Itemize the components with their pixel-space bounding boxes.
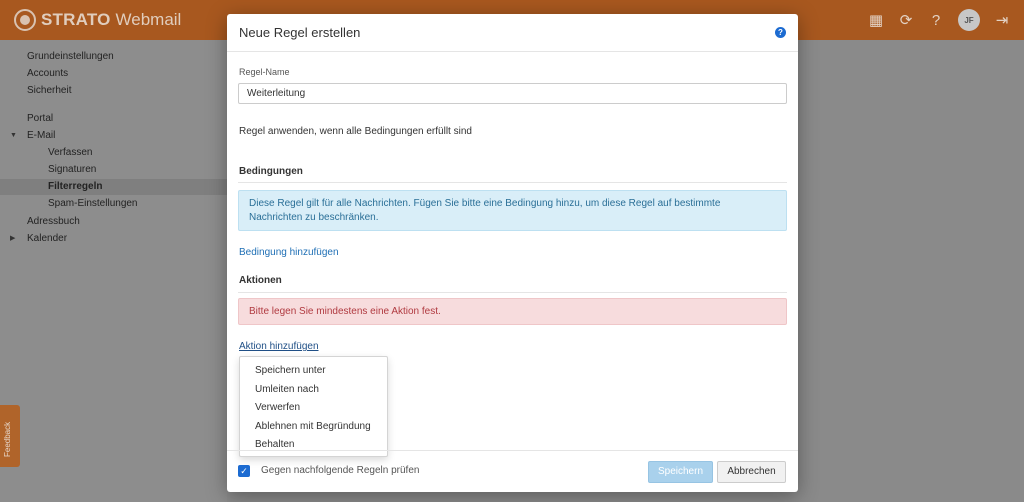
brand-webmail-text: Webmail	[115, 10, 182, 29]
sidebar-item-signaturen[interactable]: Signaturen	[48, 163, 96, 177]
dialog-title: Neue Regel erstellen	[239, 25, 361, 40]
dialog-footer: ✓ Gegen nachfolgende Regeln prüfen Speic…	[227, 450, 798, 492]
help-icon[interactable]: ?	[928, 13, 944, 28]
add-condition-link[interactable]: Bedingung hinzufügen	[239, 247, 339, 258]
apply-description: Regel anwenden, wenn alle Bedingungen er…	[239, 126, 472, 137]
check-following-rules-checkbox[interactable]: ✓	[238, 465, 250, 477]
actions-title: Aktionen	[239, 275, 282, 286]
rule-name-label: Regel-Name	[239, 67, 290, 77]
dialog-header: Neue Regel erstellen ?	[227, 14, 798, 52]
sidebar-item-portal[interactable]: Portal	[27, 112, 53, 126]
check-following-rules-label[interactable]: Gegen nachfolgende Regeln prüfen	[261, 465, 419, 476]
rule-name-input[interactable]	[238, 83, 787, 104]
caret-down-icon[interactable]: ▼	[10, 129, 17, 143]
brand-logo[interactable]: STRATO Webmail	[14, 8, 181, 32]
sidebar-item-filterregeln[interactable]: Filterregeln	[0, 179, 227, 195]
sidebar-item-email[interactable]: ▼ E-Mail	[10, 129, 56, 143]
menu-item-ablehnen[interactable]: Ablehnen mit Begründung	[240, 418, 387, 437]
user-avatar[interactable]: JF	[958, 9, 980, 31]
feedback-tab[interactable]: Feedback	[0, 405, 20, 467]
help-icon[interactable]: ?	[775, 27, 786, 38]
conditions-info-box: Diese Regel gilt für alle Nachrichten. F…	[238, 190, 787, 231]
save-button[interactable]: Speichern	[648, 461, 713, 483]
sidebar-item-accounts[interactable]: Accounts	[27, 67, 68, 81]
menu-item-speichern-unter[interactable]: Speichern unter	[240, 362, 387, 381]
add-action-link[interactable]: Aktion hinzufügen	[239, 341, 319, 352]
caret-right-icon[interactable]: ▶	[10, 232, 15, 246]
feedback-label: Feedback	[3, 421, 12, 457]
settings-sidebar: Grundeinstellungen Accounts Sicherheit P…	[0, 40, 227, 502]
action-dropdown-menu: Speichern unter Umleiten nach Verwerfen …	[239, 356, 388, 457]
sidebar-item-sicherheit[interactable]: Sicherheit	[27, 84, 71, 98]
sidebar-item-label: Kalender	[27, 233, 68, 244]
logout-icon[interactable]: ⇥	[994, 13, 1010, 28]
strato-logo-icon	[14, 9, 36, 31]
new-rule-dialog: Neue Regel erstellen ? Regel-Name Regel …	[227, 14, 798, 492]
sidebar-item-kalender[interactable]: ▶ Kalender	[10, 232, 68, 246]
apps-grid-icon[interactable]: ▦	[868, 13, 884, 28]
sidebar-item-label: E-Mail	[27, 130, 56, 141]
menu-item-verwerfen[interactable]: Verwerfen	[240, 399, 387, 418]
divider	[238, 182, 787, 183]
sidebar-item-spam-einstellungen[interactable]: Spam-Einstellungen	[48, 197, 138, 211]
sidebar-item-grundeinstellungen[interactable]: Grundeinstellungen	[27, 50, 114, 64]
brand-strato-text: STRATO	[41, 10, 111, 29]
top-icons: ▦ ⟳ ? JF ⇥	[868, 0, 1010, 40]
sidebar-item-verfassen[interactable]: Verfassen	[48, 146, 92, 160]
menu-item-umleiten-nach[interactable]: Umleiten nach	[240, 381, 387, 400]
conditions-title: Bedingungen	[239, 166, 303, 177]
divider	[238, 292, 787, 293]
sidebar-item-adressbuch[interactable]: Adressbuch	[27, 215, 80, 229]
cancel-button[interactable]: Abbrechen	[717, 461, 786, 483]
actions-error-box: Bitte legen Sie mindestens eine Aktion f…	[238, 298, 787, 325]
refresh-icon[interactable]: ⟳	[898, 13, 914, 28]
